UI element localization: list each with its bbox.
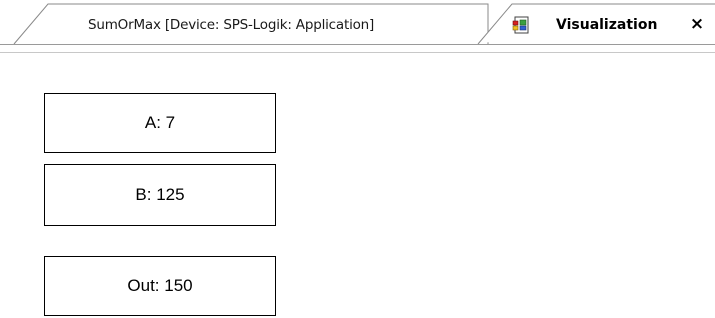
tab-visualization-label: Visualization — [556, 17, 658, 33]
variable-b-text: B: 125 — [135, 185, 185, 204]
variable-b-box[interactable]: B: 125 — [44, 164, 276, 226]
tab-bar-divider-lower — [0, 52, 715, 53]
tab-visualization[interactable]: Visualization — [500, 0, 685, 44]
close-tab-icon[interactable]: × — [688, 14, 706, 34]
tab-sumormax[interactable]: SumOrMax [Device: SPS-Logik: Application… — [40, 0, 480, 44]
editor-tab-bar: SumOrMax [Device: SPS-Logik: Application… — [0, 0, 715, 45]
variable-a-box[interactable]: A: 7 — [44, 93, 276, 153]
output-text: Out: 150 — [127, 276, 193, 295]
tab-sumormax-label: SumOrMax [Device: SPS-Logik: Application… — [88, 17, 375, 33]
visualization-icon — [512, 16, 529, 34]
variable-a-text: A: 7 — [144, 113, 176, 132]
tab-bar-divider — [0, 44, 715, 45]
output-box[interactable]: Out: 150 — [44, 256, 276, 316]
